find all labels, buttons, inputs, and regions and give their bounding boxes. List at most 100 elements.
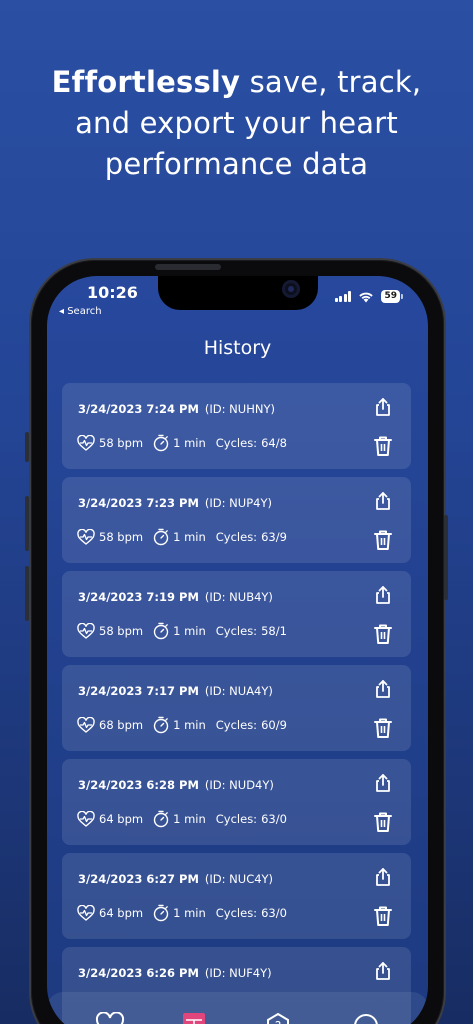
record-metrics: 58 bpm 1 min Cycles: 64/8 [77,434,297,452]
side-button-silent [25,432,29,462]
cycles-value: 64/8 [261,436,287,450]
more-icon [354,1014,378,1024]
record-date: 3/24/2023 6:27 PM [78,872,199,886]
timer-icon [153,904,173,922]
heart-rate-icon [77,435,99,451]
share-icon[interactable] [373,961,393,981]
history-card[interactable]: 3/24/2023 7:19 PM (ID: NUB4Y) 58 bpm 1 min C… [62,571,411,657]
record-date: 3/24/2023 7:17 PM [78,684,199,698]
trash-icon[interactable] [373,905,393,927]
cycles-metric: Cycles: 63/0 [216,906,287,920]
share-icon[interactable] [373,773,393,793]
record-datetime: 3/24/2023 7:23 PM (ID: NUP4Y) [78,496,272,510]
tab-history[interactable] [182,1012,206,1024]
cycles-metric: Cycles: 63/9 [216,530,287,544]
battery-indicator: 59 [381,290,403,303]
history-card[interactable]: 3/24/2023 7:17 PM (ID: NUA4Y) 68 bpm 1 min C… [62,665,411,751]
history-list: 3/24/2023 7:24 PM (ID: NUHNY) 58 bpm 1 min C… [62,383,411,1024]
cycles-value: 58/1 [261,624,287,638]
record-datetime: 3/24/2023 6:27 PM (ID: NUC4Y) [78,872,273,886]
record-datetime: 3/24/2023 7:19 PM (ID: NUB4Y) [78,590,273,604]
record-id: (ID: NUB4Y) [204,590,273,604]
tab-help[interactable]: ? [265,1012,291,1024]
heart-icon [95,1012,125,1024]
history-card[interactable]: 3/24/2023 7:23 PM (ID: NUP4Y) 58 bpm 1 min C… [62,477,411,563]
heart-rate-value: 64 bpm [99,812,144,826]
duration-metric: 1 min [153,434,206,452]
trash-icon[interactable] [373,623,393,645]
record-metrics: 58 bpm 1 min Cycles: 58/1 [77,622,297,640]
duration-value: 1 min [173,624,206,638]
duration-value: 1 min [173,436,206,450]
tab-heart[interactable] [95,1012,125,1024]
trash-icon[interactable] [373,529,393,551]
headline-line2: and export your heart [75,106,398,140]
heart-rate-value: 68 bpm [99,718,144,732]
timer-icon [153,434,173,452]
history-card[interactable]: 3/24/2023 7:24 PM (ID: NUHNY) 58 bpm 1 min C… [62,383,411,469]
earpiece-speaker [155,264,221,270]
heart-rate-value: 58 bpm [99,436,144,450]
cycles-label: Cycles: [215,436,258,450]
timer-icon [153,810,173,828]
share-icon[interactable] [373,585,393,605]
headline-bold: Effortlessly [51,65,241,99]
record-date: 3/24/2023 6:28 PM [78,778,199,792]
share-icon[interactable] [373,679,393,699]
history-card[interactable]: 3/24/2023 6:27 PM (ID: NUC4Y) 64 bpm 1 min C… [62,853,411,939]
heart-rate-icon [77,905,99,921]
duration-value: 1 min [173,718,206,732]
cycles-value: 63/0 [261,906,287,920]
svg-text:?: ? [275,1019,281,1024]
timer-icon [153,528,173,546]
share-icon[interactable] [373,867,393,887]
duration-metric: 1 min [153,904,206,922]
cycles-label: Cycles: [215,624,258,638]
back-to-search-link[interactable]: ◂ Search [59,306,102,317]
wifi-icon [359,292,374,302]
record-datetime: 3/24/2023 6:28 PM (ID: NUD4Y) [78,778,274,792]
heart-rate-metric: 58 bpm [77,529,143,545]
heart-rate-metric: 58 bpm [77,623,143,639]
cycles-metric: Cycles: 64/8 [216,436,287,450]
cycles-value: 63/0 [261,812,287,826]
page-title: History [203,337,272,359]
tab-bar: ? [47,992,428,1024]
marketing-headline: Effortlessly save, track, and export you… [0,62,473,185]
heart-rate-icon [77,529,99,545]
record-metrics: 64 bpm 1 min Cycles: 63/0 [77,810,297,828]
duration-value: 1 min [173,812,206,826]
phone-screen: 10:26 ◂ Search 59 History 3/24/2023 7:24… [47,276,428,1024]
side-button-power [444,515,448,600]
heart-rate-icon [77,811,99,827]
cycles-metric: Cycles: 60/9 [216,718,287,732]
share-icon[interactable] [373,397,393,417]
record-id: (ID: NUP4Y) [204,496,272,510]
record-datetime: 3/24/2023 7:24 PM (ID: NUHNY) [78,402,275,416]
status-time: 10:26 [87,283,138,302]
heart-rate-metric: 64 bpm [77,811,143,827]
history-card[interactable]: 3/24/2023 6:28 PM (ID: NUD4Y) 64 bpm 1 min C… [62,759,411,845]
duration-value: 1 min [173,530,206,544]
cycles-metric: Cycles: 58/1 [216,624,287,638]
trash-icon[interactable] [373,811,393,833]
heart-rate-value: 58 bpm [99,530,144,544]
cycles-label: Cycles: [215,530,258,544]
trash-icon[interactable] [373,435,393,457]
cycles-label: Cycles: [215,906,258,920]
heart-rate-icon [77,717,99,733]
tab-more[interactable] [352,1012,380,1024]
record-date: 3/24/2023 7:19 PM [78,590,199,604]
record-metrics: 68 bpm 1 min Cycles: 60/9 [77,716,297,734]
heart-rate-metric: 64 bpm [77,905,143,921]
trash-icon[interactable] [373,717,393,739]
duration-metric: 1 min [153,622,206,640]
record-datetime: 3/24/2023 6:26 PM (ID: NUF4Y) [78,966,272,980]
share-icon[interactable] [373,491,393,511]
duration-metric: 1 min [153,716,206,734]
status-icons: 59 [334,290,403,303]
heart-rate-metric: 68 bpm [77,717,143,733]
duration-metric: 1 min [153,810,206,828]
cellular-signal-icon [334,291,352,302]
heart-rate-icon [77,623,99,639]
